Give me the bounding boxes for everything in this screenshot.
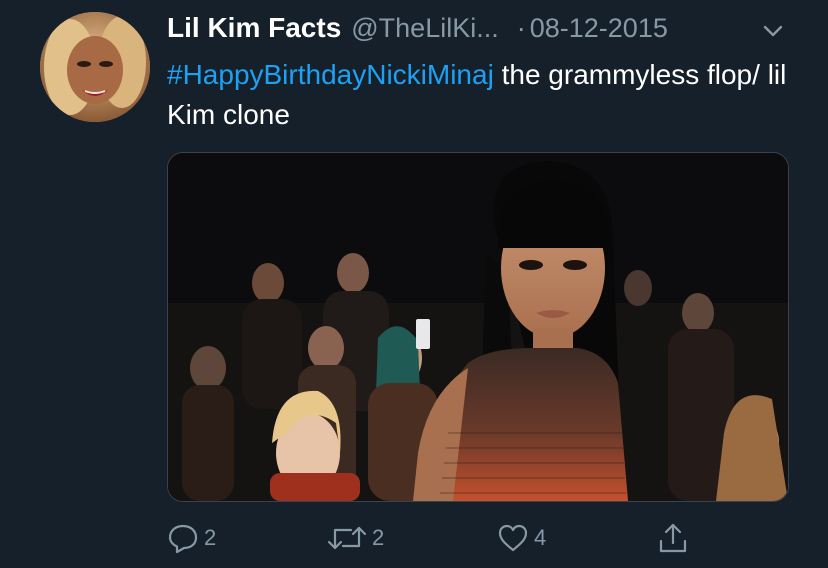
- retweet-button[interactable]: 2: [327, 518, 384, 558]
- display-name[interactable]: Lil Kim Facts: [167, 12, 341, 44]
- retweet-icon: [327, 522, 367, 554]
- like-count: 4: [534, 525, 547, 550]
- chevron-down-icon[interactable]: [758, 16, 788, 46]
- share-icon: [657, 521, 689, 555]
- tweet-actions: 2 2 4: [167, 518, 727, 558]
- tweet-header: Lil Kim Facts @TheLilKi... · 08-12-2015: [167, 8, 788, 48]
- hashtag-link[interactable]: #HappyBirthdayNickiMinaj: [167, 59, 494, 90]
- share-button[interactable]: [657, 518, 689, 558]
- tweet-date[interactable]: 08-12-2015: [530, 13, 668, 44]
- separator-dot: ·: [516, 12, 526, 43]
- retweet-count: 2: [372, 525, 385, 550]
- reply-count: 2: [204, 525, 217, 550]
- tweet-text: #HappyBirthdayNickiMinaj the grammyless …: [167, 55, 787, 135]
- tweet-photo[interactable]: [167, 152, 789, 502]
- like-icon: [497, 522, 529, 554]
- reply-button[interactable]: 2: [167, 518, 216, 558]
- photo-image: [168, 153, 788, 501]
- reply-icon: [167, 522, 199, 554]
- avatar-image: [40, 12, 150, 122]
- user-handle[interactable]: @TheLilKi...: [351, 13, 498, 44]
- avatar[interactable]: [40, 12, 150, 122]
- like-button[interactable]: 4: [497, 518, 546, 558]
